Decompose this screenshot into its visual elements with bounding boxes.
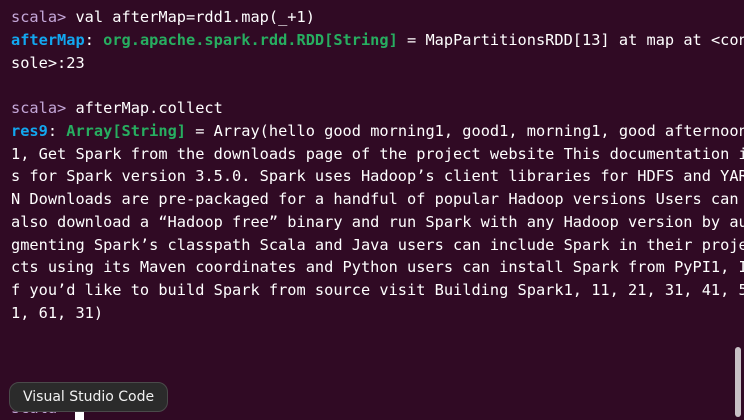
terminal-line: sole>:23 — [11, 52, 744, 75]
terminal-line: N Downloads are pre-packaged for a handf… — [11, 188, 744, 211]
terminal-text-segment: val afterMap=rdd1.map(_+1) — [75, 8, 315, 26]
terminal-output: scala> val afterMap=rdd1.map(_+1) afterMa… — [11, 6, 744, 325]
terminal-text-segment: Array[String] — [66, 121, 186, 140]
terminal-text-segment: scala> — [11, 99, 76, 117]
terminal-text-segment: afterMap — [11, 30, 85, 49]
terminal-window[interactable]: scala> val afterMap=rdd1.map(_+1) afterMa… — [0, 0, 744, 420]
terminal-text-segment: gmenting Spark’s classpath Scala and Jav… — [11, 235, 744, 254]
terminal-text-segment: cts using its Maven coordinates and Pyth… — [11, 258, 744, 277]
terminal-line: gmenting Spark’s classpath Scala and Jav… — [11, 234, 744, 257]
terminal-text-segment: s for Spark version 3.5.0. Spark uses Ha… — [11, 167, 744, 186]
terminal-line: res9: Array[String] = Array(hello good m… — [11, 120, 744, 143]
terminal-text-segment: f you’d like to build Spark from source … — [11, 281, 744, 299]
app-tooltip: Visual Studio Code — [9, 382, 169, 412]
terminal-text-segment: afterMap.collect — [75, 99, 223, 117]
terminal-text-segment: = MapPartitionsRDD[13] at map at <con — [397, 30, 744, 49]
terminal-text-segment: scala> — [11, 8, 76, 26]
scrollbar-thumb[interactable] — [735, 347, 741, 417]
terminal-line: s for Spark version 3.5.0. Spark uses Ha… — [11, 165, 744, 188]
terminal-text-segment: also download a “Hadoop free” binary and… — [11, 212, 744, 231]
terminal-line: 1, 61, 31) — [11, 302, 744, 325]
terminal-text-segment: sole>:23 — [11, 53, 85, 72]
terminal-line: scala> afterMap.collect — [11, 97, 744, 120]
terminal-text-segment: N Downloads are pre-packaged for a handf… — [11, 190, 744, 208]
terminal-text-segment: org.apache.spark.rdd.RDD[String] — [103, 30, 398, 49]
terminal-text-segment: = Array(hello good morning1, good1, morn… — [186, 121, 744, 140]
terminal-line: scala> val afterMap=rdd1.map(_+1) — [11, 6, 744, 29]
terminal-text-segment: 1, 61, 31) — [11, 303, 104, 322]
terminal-text-segment: 1, Get Spark from the downloads page of … — [11, 144, 744, 163]
terminal-line: also download a “Hadoop free” binary and… — [11, 211, 744, 234]
terminal-text-segment: : — [84, 30, 104, 49]
terminal-line: 1, Get Spark from the downloads page of … — [11, 143, 744, 166]
terminal-text-segment: res9 — [11, 121, 48, 140]
terminal-line: afterMap: org.apache.spark.rdd.RDD[Strin… — [11, 29, 744, 52]
terminal-line: f you’d like to build Spark from source … — [11, 279, 744, 302]
terminal-text-segment: : — [47, 121, 67, 140]
terminal-line: cts using its Maven coordinates and Pyth… — [11, 256, 744, 279]
